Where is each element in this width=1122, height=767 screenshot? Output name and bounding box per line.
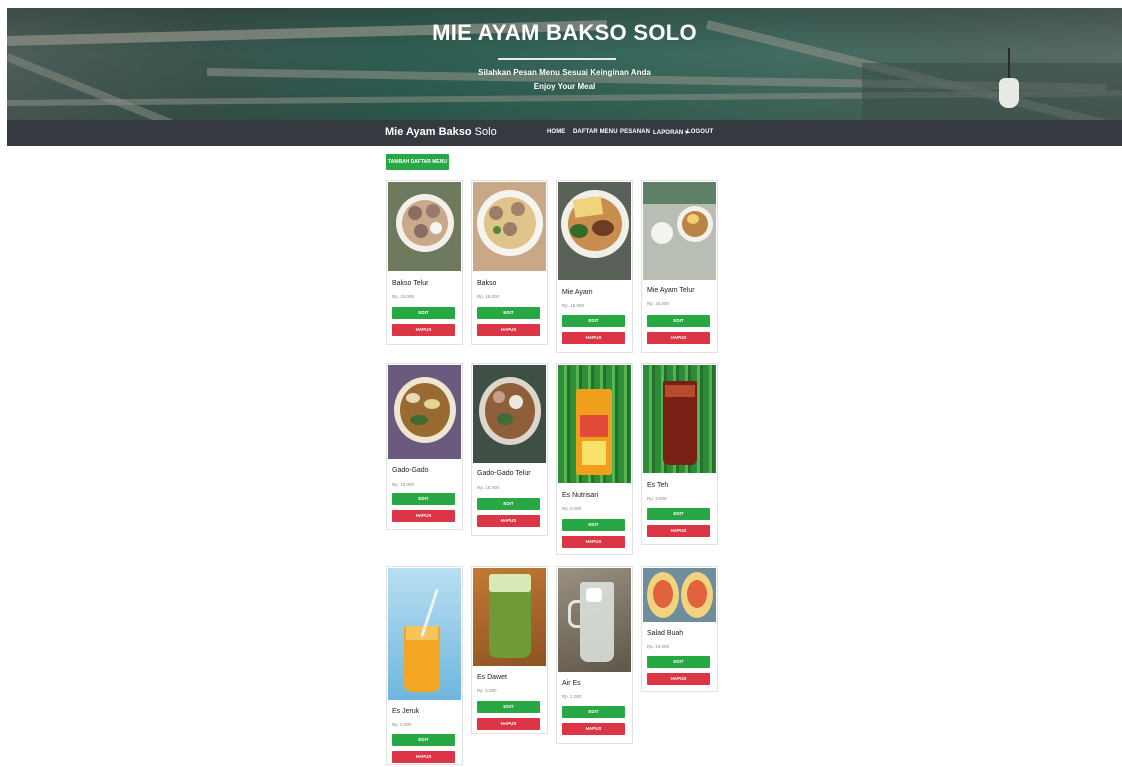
delete-button[interactable]: HAPUS (647, 332, 710, 344)
menu-card: Bakso Telur Rp. 15.000 EDIT HAPUS (386, 180, 463, 345)
menu-title: Bakso Telur (392, 280, 429, 287)
menu-card: Mie Ayam Telur Rp. 16.000 EDIT HAPUS (641, 180, 718, 353)
menu-price: Rp. 5.000 (562, 506, 582, 511)
menu-image (643, 568, 716, 622)
edit-button[interactable]: EDIT (477, 498, 540, 510)
menu-title: Salad Buah (647, 630, 684, 637)
menu-card: Es Jeruk Rp. 5.000 EDIT HAPUS (386, 566, 463, 765)
menu-price: Rp. 15.000 (392, 482, 415, 487)
menu-card: Bakso Rp. 15.000 EDIT HAPUS (471, 180, 548, 345)
menu-card: Air Es Rp. 1.000 EDIT HAPUS (556, 566, 633, 744)
menu-card: Mie Ayam Rp. 15.000 EDIT HAPUS (556, 180, 633, 353)
nav-home[interactable]: HOME (547, 129, 565, 135)
menu-title: Mie Ayam (562, 289, 593, 296)
menu-image (643, 182, 716, 280)
edit-button[interactable]: EDIT (562, 315, 625, 327)
delete-button[interactable]: HAPUS (647, 673, 710, 685)
menu-title: Air Es (562, 680, 581, 687)
menu-image (643, 365, 716, 473)
delete-button[interactable]: HAPUS (562, 332, 625, 344)
edit-button[interactable]: EDIT (477, 307, 540, 319)
menu-image (473, 365, 546, 463)
edit-button[interactable]: EDIT (647, 656, 710, 668)
menu-price: Rp. 15.000 (647, 644, 670, 649)
hero-title: MIE AYAM BAKSO SOLO (432, 20, 697, 45)
menu-image (388, 568, 461, 700)
menu-title: Es Teh (647, 482, 669, 489)
hero-divider (498, 58, 616, 60)
nav-daftar-menu[interactable]: DAFTAR MENU (573, 129, 618, 135)
edit-button[interactable]: EDIT (562, 519, 625, 531)
delete-button[interactable]: HAPUS (392, 324, 455, 336)
hero-subtitle-2: Enjoy Your Meal (533, 82, 596, 91)
navbar: Mie Ayam Bakso Solo HOME DAFTAR MENU PES… (7, 120, 1122, 146)
menu-image (558, 568, 631, 672)
menu-price: Rp. 5.000 (477, 688, 497, 693)
edit-button[interactable]: EDIT (392, 734, 455, 746)
edit-button[interactable]: EDIT (647, 315, 710, 327)
edit-button[interactable]: EDIT (477, 701, 540, 713)
nav-pesanan[interactable]: PESANAN (620, 129, 650, 135)
menu-card: Es Dawet Rp. 5.000 EDIT HAPUS (471, 566, 548, 734)
add-menu-button[interactable]: TAMBAH DAFTAR MENU (386, 154, 449, 170)
menu-image (388, 365, 461, 459)
menu-price: Rp. 15.000 (562, 303, 585, 308)
delete-button[interactable]: HAPUS (477, 718, 540, 730)
delete-button[interactable]: HAPUS (647, 525, 710, 537)
edit-button[interactable]: EDIT (392, 307, 455, 319)
menu-price: Rp. 1.000 (562, 694, 582, 699)
delete-button[interactable]: HAPUS (562, 723, 625, 735)
menu-title: Gado-Gado (392, 467, 429, 474)
menu-title: Es Nutrisari (562, 492, 599, 499)
edit-button[interactable]: EDIT (647, 508, 710, 520)
menu-card: Gado-Gado Rp. 15.000 EDIT HAPUS (386, 363, 463, 530)
delete-button[interactable]: HAPUS (392, 751, 455, 763)
delete-button[interactable]: HAPUS (477, 515, 540, 527)
menu-title: Es Dawet (477, 674, 507, 681)
menu-price: Rp. 5.000 (392, 722, 412, 727)
menu-card: Salad Buah Rp. 15.000 EDIT HAPUS (641, 566, 718, 692)
menu-card: Es Teh Rp. 3.000 EDIT HAPUS (641, 363, 718, 545)
menu-title: Bakso (477, 280, 497, 287)
hero-banner: MIE AYAM BAKSO SOLO Silahkan Pesan Menu … (7, 8, 1122, 120)
menu-price: Rp. 15.000 (477, 294, 500, 299)
menu-image (558, 182, 631, 280)
delete-button[interactable]: HAPUS (392, 510, 455, 522)
nav-logout[interactable]: LOGOUT (687, 129, 713, 135)
hero-subtitle: Silahkan Pesan Menu Sesuai Keinginan And… (478, 68, 651, 77)
delete-button[interactable]: HAPUS (477, 324, 540, 336)
page: MIE AYAM BAKSO SOLO Silahkan Pesan Menu … (0, 0, 1122, 767)
menu-price: Rp. 15.000 (392, 294, 415, 299)
menu-image (473, 182, 546, 271)
menu-title: Mie Ayam Telur (647, 287, 695, 294)
edit-button[interactable]: EDIT (392, 493, 455, 505)
navbar-brand[interactable]: Mie Ayam Bakso Solo (385, 126, 497, 138)
menu-price: Rp. 3.000 (647, 496, 667, 501)
menu-image (388, 182, 461, 271)
menu-card: Gado-Gado Telur Rp. 15.000 EDIT HAPUS (471, 363, 548, 536)
nav-laporan-dropdown[interactable]: LAPORAN ▾ (653, 129, 688, 136)
edit-button[interactable]: EDIT (562, 706, 625, 718)
menu-price: Rp. 16.000 (647, 301, 670, 306)
menu-image (473, 568, 546, 666)
menu-card: Es Nutrisari Rp. 5.000 EDIT HAPUS (556, 363, 633, 555)
delete-button[interactable]: HAPUS (562, 536, 625, 548)
menu-price: Rp. 15.000 (477, 485, 500, 490)
menu-title: Es Jeruk (392, 708, 420, 715)
menu-image (558, 365, 631, 483)
menu-title: Gado-Gado Telur (477, 470, 531, 477)
